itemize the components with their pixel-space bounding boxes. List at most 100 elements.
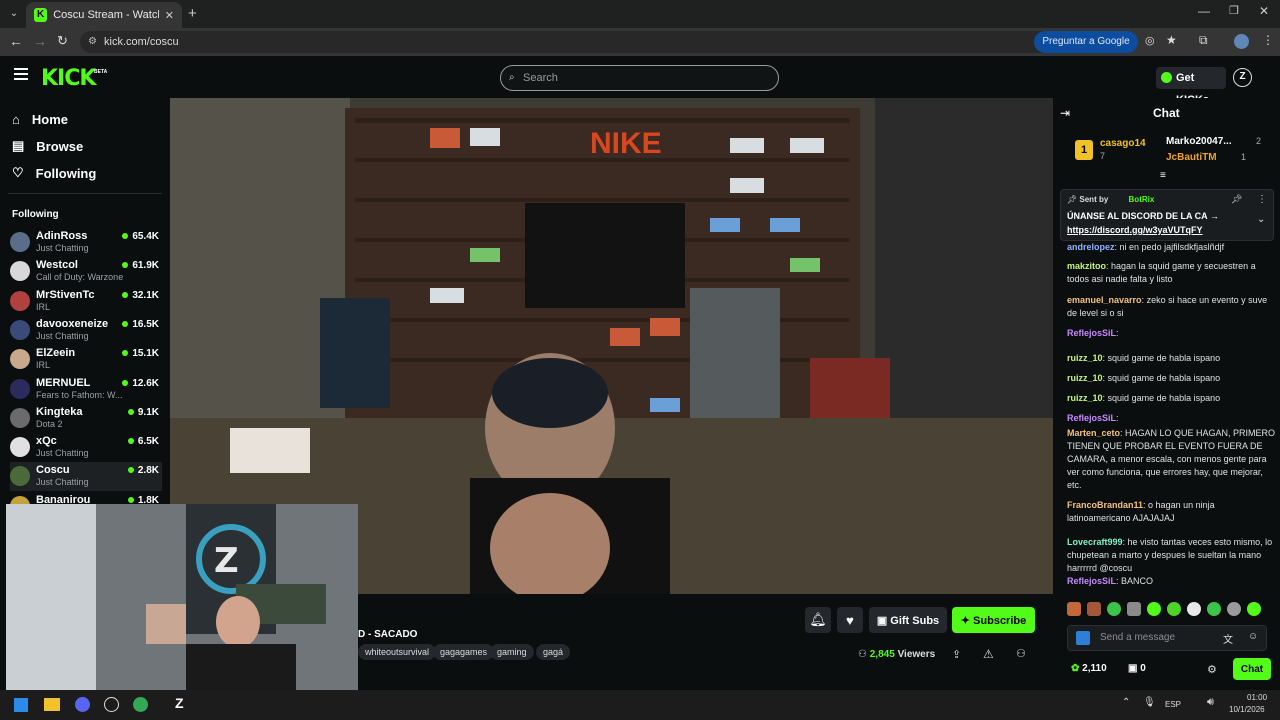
chat-username[interactable]: andrelopez <box>1067 242 1115 252</box>
chrome-icon[interactable] <box>133 697 148 712</box>
tab-list-icon[interactable]: ⌄ <box>6 6 22 22</box>
tray-chevron-icon[interactable]: ⌃ <box>1122 697 1130 708</box>
emoji-icon[interactable]: ☺ <box>1248 631 1258 642</box>
profile-avatar[interactable] <box>1234 34 1249 49</box>
following-channel-mernuel[interactable]: MERNUEL Fears to Fathom: W... 12.6K <box>10 375 162 404</box>
extensions-icon[interactable]: ⧉ <box>1199 33 1208 48</box>
browser-tab[interactable]: K Coscu Stream - Watch Live on K ✕ <box>26 2 182 28</box>
app-icon[interactable] <box>104 697 119 712</box>
user-card-icon[interactable]: ⚇ <box>1016 647 1026 660</box>
get-kicks-button[interactable]: Get KICKs <box>1156 67 1226 106</box>
file-explorer-icon[interactable] <box>44 698 60 711</box>
chat-username[interactable]: ruizz_10 <box>1067 353 1103 363</box>
chat-username[interactable]: ruizz_10 <box>1067 373 1103 383</box>
channel-avatar <box>10 261 30 282</box>
volume-icon[interactable]: 🔊︎ <box>1207 696 1214 709</box>
restore-icon[interactable]: ❐ <box>1229 4 1239 17</box>
browse-icon: ▤ <box>12 138 25 153</box>
emote-icon[interactable] <box>1167 602 1181 616</box>
pinned-more-icon[interactable]: ⋮ <box>1257 194 1267 205</box>
nav-following[interactable]: ♡ Following <box>12 163 96 183</box>
chat-username[interactable]: ReflejosSiL <box>1067 413 1116 423</box>
chat-username[interactable]: makzitoo <box>1067 261 1106 271</box>
forward-icon[interactable]: → <box>33 33 47 49</box>
chat-input[interactable]: Send a message 文 ☺ <box>1067 625 1267 651</box>
language-indicator[interactable]: ESP <box>1165 700 1181 709</box>
following-channel-davooxeneize[interactable]: davooxeneize Just Chatting 16.5K <box>10 316 162 345</box>
emote-icon[interactable] <box>1207 602 1221 616</box>
chat-username[interactable]: ReflejosSiL <box>1067 576 1116 586</box>
eye-off-icon[interactable]: ◎ <box>1145 34 1155 47</box>
nike-sign: NIKE <box>590 127 662 160</box>
stream-tag[interactable]: gaming <box>490 644 534 660</box>
chat-username[interactable]: Marten_ceto <box>1067 428 1120 438</box>
emote-icon[interactable] <box>1187 602 1201 616</box>
unpin-icon[interactable]: 📌︎ <box>1231 194 1242 205</box>
user-avatar[interactable]: Z <box>1233 68 1252 87</box>
notifications-button[interactable]: 🔔︎ <box>805 607 831 633</box>
emote-icon[interactable] <box>1247 602 1261 616</box>
nav-browse[interactable]: ▤ Browse <box>12 136 83 156</box>
chat-panel: ⇥ Chat 1 casago14 7 Marko20047... 2 JcBa… <box>1053 98 1280 690</box>
back-icon[interactable]: ← <box>9 33 23 49</box>
new-tab-icon[interactable]: + <box>188 5 197 22</box>
chat-username[interactable]: emanuel_navarro <box>1067 295 1142 305</box>
report-icon[interactable]: ⚠ <box>983 647 994 661</box>
clock-date[interactable]: 10/1/2026 <box>1229 705 1265 714</box>
share-icon[interactable]: ⇪ <box>952 648 961 661</box>
microphone-icon[interactable]: 🎙︎ <box>1143 697 1156 708</box>
following-channel-xqc[interactable]: xQc Just Chatting 6.5K <box>10 433 162 462</box>
following-channel-elzeein[interactable]: ElZeein IRL 15.1K <box>10 345 162 374</box>
chat-username[interactable]: FrancoBrandan11 <box>1067 500 1143 510</box>
following-channel-westcol[interactable]: Westcol Call of Duty: Warzone 61.9K <box>10 257 162 286</box>
heart-icon: ♥ <box>846 612 854 628</box>
emote-icon[interactable] <box>1227 602 1241 616</box>
nav-home[interactable]: ⌂ Home <box>12 109 68 129</box>
site-info-icon[interactable]: ⚙ <box>88 31 97 53</box>
bookmark-star-icon[interactable]: ★ <box>1166 33 1177 47</box>
channel-viewers: 16.5K <box>122 319 159 330</box>
discord-icon[interactable] <box>75 697 90 712</box>
start-icon[interactable] <box>14 698 28 712</box>
emote-icon[interactable] <box>1087 602 1101 616</box>
emote-icon[interactable] <box>1147 602 1161 616</box>
address-field[interactable]: ⚙ kick.com/coscu <box>80 31 1110 53</box>
following-channel-mrstiventc[interactable]: MrStivenTc IRL 32.1K <box>10 287 162 316</box>
chat-settings-icon[interactable]: ⚙ <box>1207 663 1217 676</box>
chat-send-button[interactable]: Chat <box>1233 658 1271 680</box>
stream-tag[interactable]: gagá <box>536 644 571 660</box>
search-input[interactable]: ⌕ Search <box>500 65 779 91</box>
stream-tag[interactable]: gagagames <box>433 644 495 660</box>
leaderboard-toggle-icon[interactable]: ≡ <box>1160 170 1166 181</box>
hamburger-menu-icon[interactable] <box>14 68 28 80</box>
gift-count[interactable]: ▣ 0 <box>1128 663 1146 674</box>
subscribe-button[interactable]: ✦ Subscribe <box>952 607 1035 633</box>
browser-menu-icon[interactable]: ⋮ <box>1262 33 1274 47</box>
collapse-chat-icon[interactable]: ⇥ <box>1060 106 1070 120</box>
pinned-expand-icon[interactable]: ⌄ <box>1257 214 1265 225</box>
kick-logo[interactable]: KICK <box>41 66 96 91</box>
close-tab-icon[interactable]: ✕ <box>165 9 174 22</box>
following-channel-adinross[interactable]: AdinRoss Just Chatting 65.4K <box>10 228 162 257</box>
reload-icon[interactable]: ↻ <box>57 33 68 49</box>
channel-points[interactable]: ✿ 2,110 <box>1071 663 1107 674</box>
emote-icon[interactable] <box>1067 602 1081 616</box>
pinned-link[interactable]: https://discord.gg/w3yaVUTqFY <box>1067 225 1203 235</box>
chat-username[interactable]: ruizz_10 <box>1067 393 1103 403</box>
minimize-icon[interactable]: — <box>1198 4 1210 18</box>
following-channel-coscu[interactable]: Coscu Just Chatting 2.8K <box>10 462 162 492</box>
close-window-icon[interactable]: ✕ <box>1259 4 1269 18</box>
chat-username[interactable]: ReflejosSiL <box>1067 328 1116 338</box>
gift-subs-button[interactable]: ▣ Gift Subs <box>869 607 947 633</box>
clock-time[interactable]: 01:00 <box>1247 693 1267 702</box>
emote-icon[interactable] <box>1107 602 1121 616</box>
kick-emote-icon[interactable] <box>1076 631 1090 645</box>
chat-username[interactable]: Lovecraft999 <box>1067 537 1123 547</box>
following-channel-kingteka[interactable]: Kingteka Dota 2 9.1K <box>10 404 162 433</box>
ask-google-button[interactable]: Preguntar a Google <box>1034 31 1138 53</box>
follow-button[interactable]: ♥ <box>837 607 863 633</box>
zeko-app-icon[interactable]: Z <box>175 695 184 711</box>
translate-icon[interactable]: 文 <box>1223 631 1233 646</box>
stream-tag[interactable]: whiteoutsurvival <box>358 644 437 660</box>
emote-icon[interactable] <box>1127 602 1141 616</box>
